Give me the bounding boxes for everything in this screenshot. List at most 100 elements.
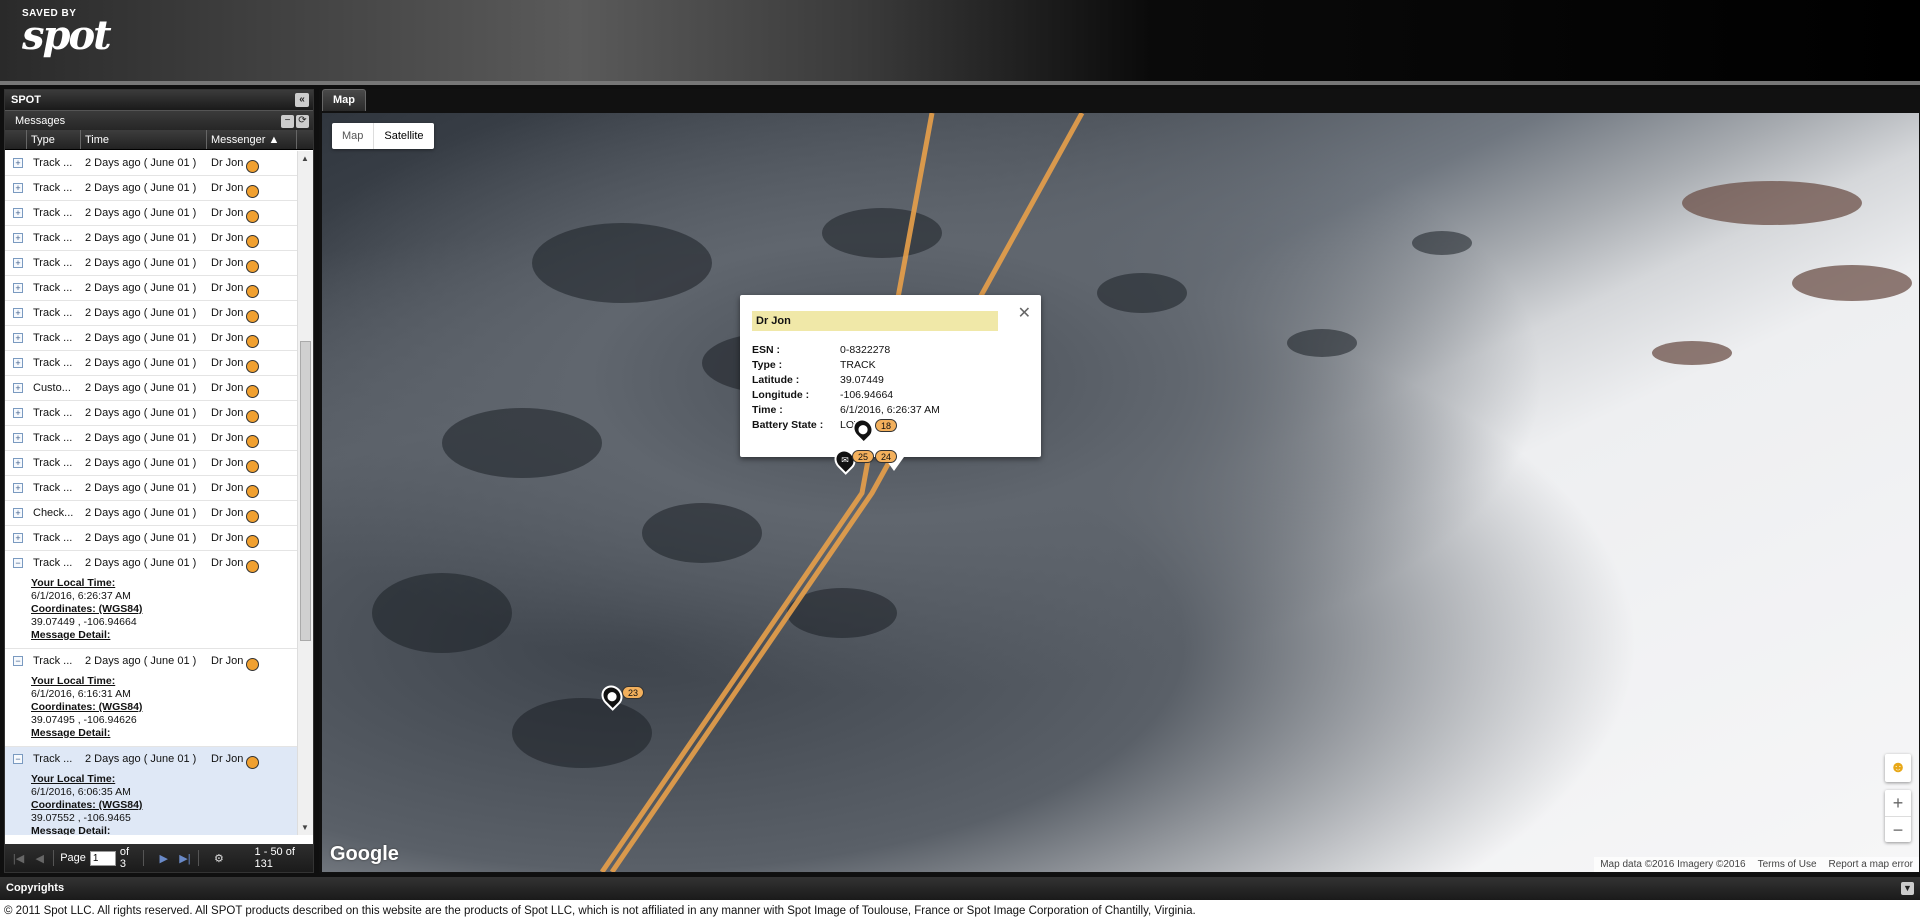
table-row[interactable]: + Track ... 2 Days ago ( June 01 ) Dr Jo…	[5, 451, 297, 476]
expand-row-icon[interactable]: +	[13, 283, 23, 293]
info-field-row: Longitude : -106.94664	[752, 388, 940, 403]
expand-row-icon[interactable]: +	[13, 358, 23, 368]
next-page-icon[interactable]: ▶	[156, 852, 171, 865]
column-time[interactable]: Time	[81, 130, 207, 149]
expand-row-icon[interactable]: +	[13, 408, 23, 418]
column-messenger[interactable]: Messenger ▲	[207, 130, 297, 149]
footer-title: Copyrights	[6, 882, 65, 894]
battery-status-icon	[246, 359, 260, 373]
zoom-in-button[interactable]: +	[1885, 790, 1911, 816]
report-map-error-link[interactable]: Report a map error	[1823, 857, 1919, 872]
terms-of-use-link[interactable]: Terms of Use	[1752, 857, 1823, 872]
table-row[interactable]: + Track ... 2 Days ago ( June 01 ) Dr Jo…	[5, 301, 297, 326]
footer: Copyrights ▼ © 2011 Spot LLC. All rights…	[0, 877, 1920, 923]
expand-row-icon[interactable]: +	[13, 458, 23, 468]
messenger-name: Dr Jon	[211, 557, 244, 569]
close-icon[interactable]: ✕	[1018, 303, 1031, 323]
table-row[interactable]: + Track ... 2 Days ago ( June 01 ) Dr Jo…	[5, 176, 297, 201]
tab-map[interactable]: Map	[322, 89, 366, 111]
refresh-icon[interactable]: ⟳	[296, 115, 309, 128]
battery-status-icon	[246, 309, 260, 323]
page-input[interactable]	[89, 850, 116, 866]
zoom-control: + −	[1885, 790, 1911, 842]
collapse-footer-icon[interactable]: ▼	[1901, 882, 1914, 895]
expand-row-icon[interactable]: +	[13, 483, 23, 493]
refresh-icon[interactable]: ⚙	[211, 852, 226, 865]
table-row[interactable]: − Track ... 2 Days ago ( June 01 ) Dr Jo…	[5, 551, 297, 649]
table-row[interactable]: + Track ... 2 Days ago ( June 01 ) Dr Jo…	[5, 276, 297, 301]
info-field-row: ESN : 0-8322278	[752, 343, 940, 358]
expand-row-icon[interactable]: +	[13, 433, 23, 443]
messenger-name: Dr Jon	[211, 307, 244, 319]
first-page-icon[interactable]: |◀	[11, 852, 26, 865]
expand-row-icon[interactable]: +	[13, 308, 23, 318]
info-field-value: 39.07449	[840, 374, 884, 386]
expand-row-icon[interactable]: +	[13, 183, 23, 193]
cell-time: 2 Days ago ( June 01 )	[85, 457, 197, 469]
table-row[interactable]: + Track ... 2 Days ago ( June 01 ) Dr Jo…	[5, 151, 297, 176]
table-row[interactable]: − Track ... 2 Days ago ( June 01 ) Dr Jo…	[5, 649, 297, 747]
expand-row-icon[interactable]: +	[13, 258, 23, 268]
cell-type: Check...	[33, 507, 74, 519]
battery-status-icon	[246, 159, 260, 173]
coordinates-label: Coordinates: (WGS84)	[31, 603, 143, 615]
expand-row-icon[interactable]: +	[13, 233, 23, 243]
info-field-row: Latitude : 39.07449	[752, 373, 940, 388]
map-type-satellite-button[interactable]: Satellite	[373, 123, 433, 149]
cell-messenger: Dr Jon	[209, 254, 260, 273]
column-type[interactable]: Type	[27, 130, 81, 149]
table-row[interactable]: + Check... 2 Days ago ( June 01 ) Dr Jon	[5, 501, 297, 526]
map-canvas[interactable]: Map Satellite ✕ Dr Jon ESN : 0-8322278 Typ…	[322, 113, 1919, 872]
local-time-label: Your Local Time:	[31, 773, 116, 785]
table-row[interactable]: + Track ... 2 Days ago ( June 01 ) Dr Jo…	[5, 201, 297, 226]
expand-row-icon[interactable]: +	[13, 383, 23, 393]
table-row[interactable]: + Track ... 2 Days ago ( June 01 ) Dr Jo…	[5, 226, 297, 251]
collapse-row-icon[interactable]: −	[13, 754, 23, 764]
cell-time: 2 Days ago ( June 01 )	[85, 655, 197, 667]
expand-row-icon[interactable]: +	[13, 508, 23, 518]
cell-messenger: Dr Jon	[209, 329, 260, 348]
table-row[interactable]: + Track ... 2 Days ago ( June 01 ) Dr Jo…	[5, 526, 297, 551]
scroll-up-icon[interactable]: ▲	[301, 154, 309, 163]
cell-messenger: Dr Jon	[209, 379, 260, 398]
table-row[interactable]: + Track ... 2 Days ago ( June 01 ) Dr Jo…	[5, 251, 297, 276]
battery-status-icon	[246, 534, 260, 548]
cell-time: 2 Days ago ( June 01 )	[85, 557, 197, 569]
expand-row-icon[interactable]: +	[13, 333, 23, 343]
last-page-icon[interactable]: ▶|	[177, 852, 192, 865]
collapse-panel-icon[interactable]: «	[295, 93, 309, 107]
collapse-row-icon[interactable]: −	[13, 558, 23, 568]
table-row[interactable]: + Track ... 2 Days ago ( June 01 ) Dr Jo…	[5, 326, 297, 351]
scrollbar-thumb[interactable]	[300, 341, 311, 641]
table-row[interactable]: − Track ... 2 Days ago ( June 01 ) Dr Jo…	[5, 747, 297, 835]
collapse-row-icon[interactable]: −	[13, 656, 23, 666]
pager-separator	[53, 850, 55, 866]
expand-row-icon[interactable]: +	[13, 158, 23, 168]
street-view-pegman-icon[interactable]: ☻	[1885, 754, 1911, 782]
message-list-scrollbar[interactable]: ▲ ▼	[297, 151, 313, 835]
table-row[interactable]: + Track ... 2 Days ago ( June 01 ) Dr Jo…	[5, 476, 297, 501]
scroll-down-icon[interactable]: ▼	[301, 823, 309, 832]
row-detail: Your Local Time: 6/1/2016, 6:06:35 AM Co…	[5, 771, 297, 835]
table-row[interactable]: + Track ... 2 Days ago ( June 01 ) Dr Jo…	[5, 426, 297, 451]
zoom-out-button[interactable]: −	[1885, 816, 1911, 842]
battery-status-icon	[246, 509, 260, 523]
cell-type: Track ...	[33, 182, 73, 194]
cell-type: Track ...	[33, 157, 73, 169]
info-field-row: Battery State :LOW	[752, 418, 940, 433]
messages-panel: SPOT « Messages − ⟳ Type Time Messenger ▲…	[4, 89, 314, 873]
table-row[interactable]: + Track ... 2 Days ago ( June 01 ) Dr Jo…	[5, 351, 297, 376]
cell-time: 2 Days ago ( June 01 )	[85, 753, 197, 765]
info-fields: ESN : 0-8322278 Type : TRACK Latitude : 39.07…	[752, 343, 940, 433]
info-field-key: Type :	[752, 359, 783, 371]
expand-row-icon[interactable]: +	[13, 533, 23, 543]
spot-logo[interactable]: SAVED BY spot	[22, 8, 112, 56]
cell-messenger: Dr Jon	[209, 229, 260, 248]
table-row[interactable]: + Track ... 2 Days ago ( June 01 ) Dr Jo…	[5, 401, 297, 426]
map-type-map-button[interactable]: Map	[332, 123, 373, 149]
prev-page-icon[interactable]: ◀	[32, 852, 47, 865]
table-row[interactable]: + Custo... 2 Days ago ( June 01 ) Dr Jon	[5, 376, 297, 401]
battery-status-icon	[246, 284, 260, 298]
minimize-icon[interactable]: −	[281, 115, 294, 128]
expand-row-icon[interactable]: +	[13, 208, 23, 218]
